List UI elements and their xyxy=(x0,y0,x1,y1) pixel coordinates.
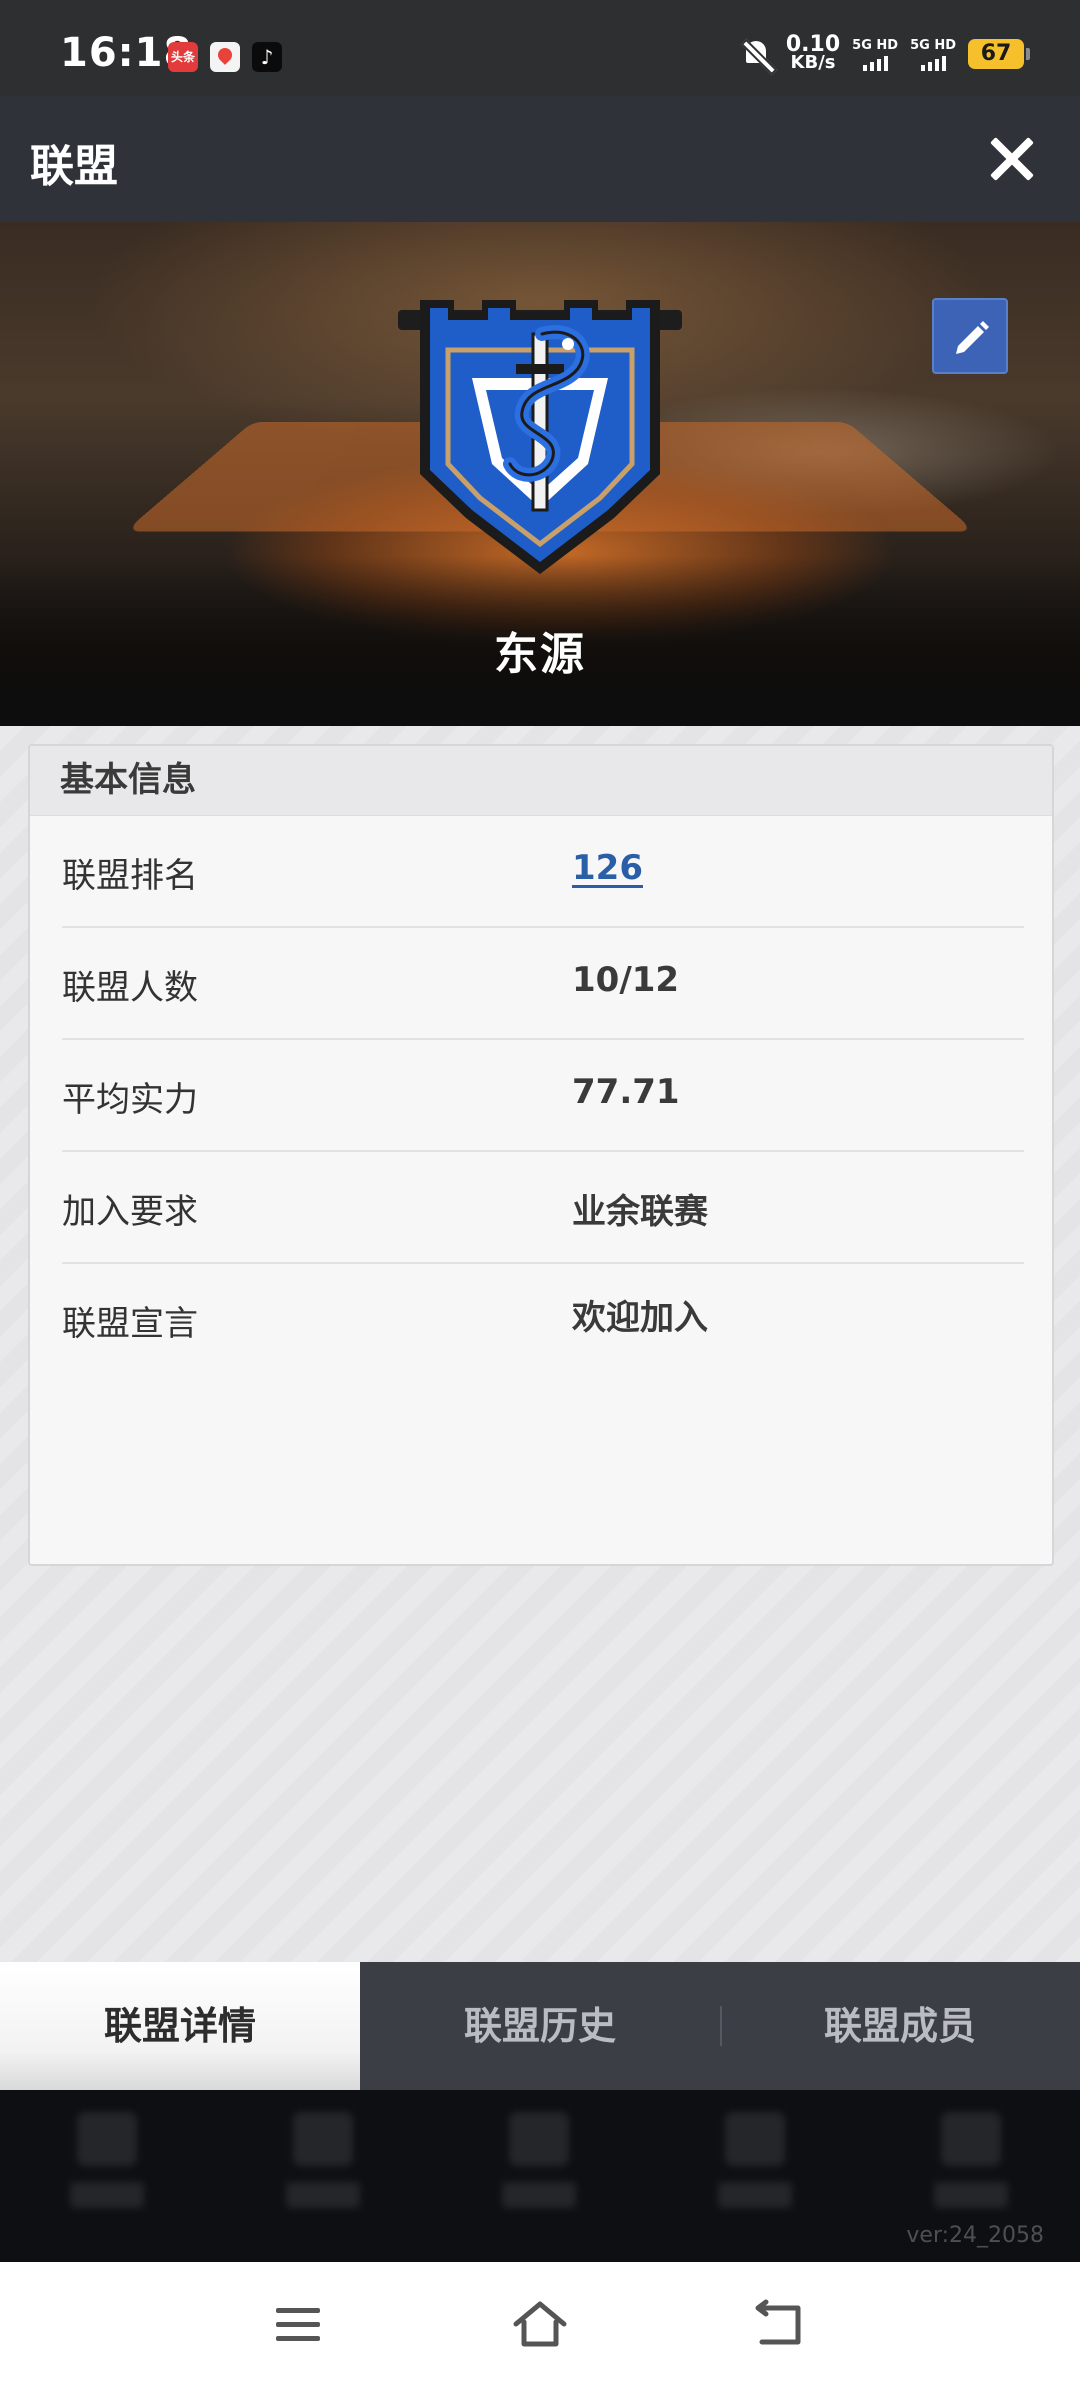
card-heading: 基本信息 xyxy=(30,746,1052,816)
row-label: 平均实力 xyxy=(62,1080,198,1120)
toutiao-app-icon: 头条 xyxy=(168,42,198,72)
row-league-declaration: 联盟宣言 欢迎加入 xyxy=(62,1264,1024,1376)
row-label: 联盟人数 xyxy=(62,968,198,1008)
row-join-requirement: 加入要求 业余联赛 xyxy=(62,1152,1024,1264)
map-pin-icon xyxy=(210,42,240,72)
back-icon[interactable] xyxy=(752,2298,808,2350)
close-icon[interactable] xyxy=(978,126,1044,192)
row-label: 加入要求 xyxy=(62,1192,198,1232)
status-indicators: 0.10 KB/s 5G HD 5G HD 67 xyxy=(740,32,1030,73)
row-label: 联盟排名 xyxy=(62,856,198,896)
row-label: 联盟宣言 xyxy=(62,1304,198,1344)
row-value: 77.71 xyxy=(572,1072,680,1112)
row-member-count: 联盟人数 10/12 xyxy=(62,928,1024,1040)
league-name: 东源 xyxy=(494,629,586,680)
home-icon[interactable] xyxy=(510,2298,570,2350)
league-rank-link[interactable]: 126 xyxy=(572,848,643,888)
pencil-icon xyxy=(956,321,989,354)
signal-sim2-icon: 5G HD xyxy=(910,38,956,71)
basic-info-card: 基本信息 联盟排名 126 联盟人数 10/12 平均实力 77.71 加入要求… xyxy=(28,744,1054,1566)
dimmed-game-nav: ver:24_2058 xyxy=(0,2090,1080,2262)
row-average-strength: 平均实力 77.71 xyxy=(62,1040,1024,1152)
nav-item-icon xyxy=(710,2112,800,2222)
row-value: 欢迎加入 xyxy=(572,1298,708,1338)
mute-icon xyxy=(740,37,774,71)
nav-item-icon xyxy=(926,2112,1016,2222)
version-label: ver:24_2058 xyxy=(906,2223,1044,2248)
tiktok-icon: ♪ xyxy=(252,42,282,72)
row-league-rank: 联盟排名 126 xyxy=(62,816,1024,928)
tab-league-details[interactable]: 联盟详情 xyxy=(0,1962,360,2090)
nav-item-icon xyxy=(278,2112,368,2222)
tab-divider xyxy=(720,2006,722,2046)
nav-item-icon xyxy=(494,2112,584,2222)
league-banner: 东源 xyxy=(0,222,1080,726)
notification-apps: 头条 ♪ xyxy=(168,42,282,72)
league-emblem-icon xyxy=(398,300,682,574)
page-title: 联盟 xyxy=(30,141,118,192)
tab-league-members[interactable]: 联盟成员 xyxy=(720,1962,1080,2090)
system-nav-bar xyxy=(0,2262,1080,2388)
title-bar: 联盟 xyxy=(0,96,1080,222)
net-speed: 0.10 KB/s xyxy=(785,32,841,73)
battery-icon: 67 xyxy=(968,39,1030,69)
tab-league-history[interactable]: 联盟历史 xyxy=(360,1962,720,2090)
edit-button[interactable] xyxy=(932,298,1008,374)
signal-sim1-icon: 5G HD xyxy=(852,38,898,71)
nav-item-icon xyxy=(62,2112,152,2222)
row-value: 业余联赛 xyxy=(572,1192,708,1232)
status-bar: 16:18 头条 ♪ 0.10 KB/s 5G HD 5G HD 67 xyxy=(0,0,1080,96)
league-tabs: 联盟详情 联盟历史 联盟成员 xyxy=(0,1962,1080,2090)
row-value: 10/12 xyxy=(572,960,680,1000)
menu-icon[interactable] xyxy=(272,2298,324,2350)
